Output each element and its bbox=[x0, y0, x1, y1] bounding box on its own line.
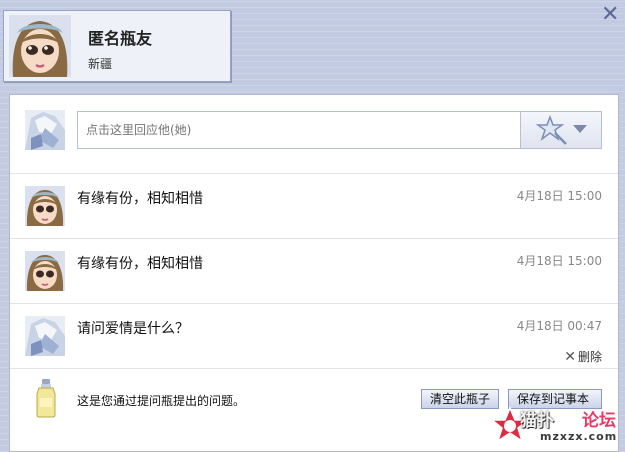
avatar bbox=[25, 110, 65, 150]
delete-label: 删除 bbox=[577, 350, 602, 364]
message-text: 有缘有份，相知相惜 bbox=[77, 191, 203, 207]
emote-picker-button[interactable] bbox=[521, 111, 602, 149]
reply-input[interactable] bbox=[77, 111, 521, 149]
message-time: 4月18日 15:00 bbox=[516, 189, 602, 203]
message-time: 4月18日 00:47 bbox=[516, 319, 602, 333]
close-icon[interactable]: ✕ bbox=[601, 4, 619, 26]
message-text: 有缘有份，相知相惜 bbox=[77, 256, 203, 272]
avatar bbox=[9, 15, 71, 77]
profile-card: 匿名瓶友 新疆 bbox=[3, 10, 231, 82]
message-text: 请问爱情是什么？ bbox=[77, 321, 189, 337]
list-item: 有缘有份，相知相惜 4月18日 15:00 bbox=[10, 174, 618, 239]
reply-row bbox=[10, 95, 618, 174]
watermark-text: 猫扑 bbox=[520, 411, 554, 431]
avatar bbox=[25, 251, 65, 291]
bottle-note: 这是您通过提问瓶提出的问题。 bbox=[77, 394, 246, 408]
bottle-icon bbox=[36, 379, 56, 418]
profile-location: 新疆 bbox=[88, 57, 113, 71]
delete-button[interactable]: ✕ 删除 bbox=[564, 348, 602, 365]
close-icon: ✕ bbox=[564, 349, 576, 365]
profile-name: 匿名瓶友 bbox=[88, 29, 153, 48]
star-wand-icon bbox=[536, 115, 567, 145]
avatar bbox=[25, 186, 65, 226]
message-time: 4月18日 15:00 bbox=[516, 254, 602, 268]
list-item: 请问爱情是什么？ 4月18日 00:47 ✕ 删除 bbox=[10, 304, 618, 369]
list-item: 有缘有份，相知相惜 4月18日 15:00 bbox=[10, 239, 618, 304]
chevron-down-icon bbox=[573, 125, 587, 133]
watermark-url: mzxzx.com bbox=[540, 430, 618, 443]
bottle-panel: 有缘有份，相知相惜 4月18日 15:00 有缘有份，相知相惜 4月18日 15… bbox=[9, 94, 619, 452]
watermark-text: 论坛 bbox=[582, 411, 616, 431]
avatar bbox=[25, 316, 65, 356]
